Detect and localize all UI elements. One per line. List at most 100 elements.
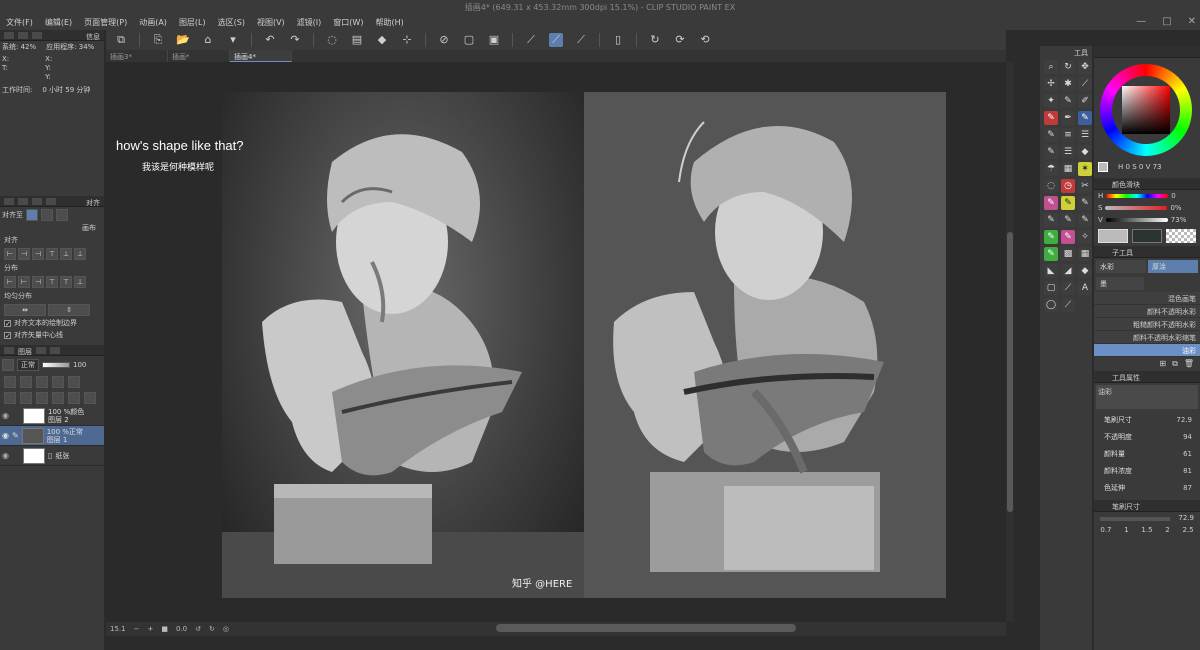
- saturation-square[interactable]: [1122, 86, 1170, 134]
- rotate-left-icon[interactable]: ↺: [195, 625, 201, 633]
- hide-selection-icon[interactable]: ⊘: [437, 33, 451, 47]
- tab-illustration-4[interactable]: 插画4*: [230, 50, 292, 62]
- eye-icon[interactable]: ◉: [2, 431, 9, 440]
- tab-icon[interactable]: [4, 32, 14, 39]
- foreground-color-swatch[interactable]: [1098, 229, 1128, 243]
- scissors-icon[interactable]: ✂: [1078, 179, 1092, 193]
- merge-icon[interactable]: [68, 392, 80, 404]
- align-left-icon[interactable]: ⊢: [4, 248, 16, 260]
- layer-row[interactable]: ◉ 100 %颜色 图层 2: [0, 406, 104, 426]
- size-preset[interactable]: 1: [1124, 526, 1128, 534]
- new-raster-layer-icon[interactable]: [4, 392, 16, 404]
- maximize-icon[interactable]: □: [1162, 16, 1171, 27]
- saturation-bar[interactable]: [1105, 206, 1168, 210]
- sparkle-icon[interactable]: ✧: [1078, 230, 1092, 244]
- ink-icon[interactable]: ✎: [1061, 196, 1075, 210]
- eye-icon[interactable]: ◉: [2, 411, 9, 420]
- undo-icon[interactable]: ↶: [263, 33, 277, 47]
- tab-icon[interactable]: [32, 32, 42, 39]
- save-dropdown-icon[interactable]: ▾: [226, 33, 240, 47]
- rotate-icon[interactable]: ↻: [1061, 60, 1075, 74]
- distribute-hcenter-icon[interactable]: ⊢: [18, 276, 30, 288]
- feather-icon[interactable]: ✎: [1078, 196, 1092, 210]
- open-file-icon[interactable]: 📂: [176, 33, 190, 47]
- special-ruler-snap-icon[interactable]: ⟋: [549, 33, 563, 47]
- gradient-tool-icon[interactable]: ◢: [1061, 264, 1075, 278]
- align-target-object-icon[interactable]: [56, 209, 68, 221]
- layer-lock-icon[interactable]: [52, 376, 64, 388]
- app-icon[interactable]: ⧉: [114, 33, 128, 47]
- menu-help[interactable]: 帮助(H): [375, 17, 403, 28]
- dropper-icon[interactable]: ✎: [1061, 213, 1075, 227]
- hue-bar[interactable]: [1106, 194, 1169, 198]
- redo-icon[interactable]: ↷: [288, 33, 302, 47]
- painting-canvas[interactable]: [584, 92, 946, 598]
- prop-value[interactable]: 72.9: [1176, 416, 1192, 424]
- tab-align[interactable]: 对齐: [86, 198, 100, 207]
- tab-illustration[interactable]: 插画*: [168, 50, 230, 62]
- selection-icon[interactable]: ✱: [1061, 77, 1075, 91]
- tab-illustration-3[interactable]: 插画3*: [106, 50, 168, 62]
- tab-icon[interactable]: [36, 347, 46, 354]
- check-vector-center[interactable]: ✓ 对齐矢量中心线: [0, 329, 104, 341]
- zoom-out-icon[interactable]: −: [134, 625, 140, 633]
- brush-item[interactable]: 颜料不透明水彩缩笔: [1094, 331, 1200, 344]
- transfer-down-icon[interactable]: [52, 392, 64, 404]
- menu-filter[interactable]: 滤镜(I): [297, 17, 322, 28]
- decoration-icon[interactable]: ✎: [1044, 128, 1058, 142]
- layer-reference-icon[interactable]: [20, 376, 32, 388]
- bucket-icon[interactable]: ◣: [1044, 264, 1058, 278]
- prop-color-stretch[interactable]: 色延伸 87: [1094, 479, 1200, 496]
- minimize-icon[interactable]: —: [1136, 16, 1146, 27]
- align-target-canvas-icon[interactable]: [26, 209, 38, 221]
- frame-icon[interactable]: ▢: [1044, 281, 1058, 295]
- shape-tool-icon[interactable]: ◆: [1078, 264, 1092, 278]
- lasso-icon[interactable]: ◌: [1044, 179, 1058, 193]
- menu-page[interactable]: 页面管理(P): [84, 17, 127, 28]
- delete-subtool-icon[interactable]: 🗑: [1184, 359, 1194, 369]
- spray-icon[interactable]: ✎: [1044, 247, 1058, 261]
- marker-icon[interactable]: ✎: [1044, 111, 1058, 125]
- menu-edit[interactable]: 编辑(E): [45, 17, 72, 28]
- prop-opacity[interactable]: 不透明度 94: [1094, 428, 1200, 445]
- size-preset[interactable]: 0.7: [1100, 526, 1111, 534]
- reset-rotation-icon[interactable]: ◎: [223, 625, 229, 633]
- copy-subtool-icon[interactable]: ⧉: [1172, 359, 1178, 369]
- clear-icon[interactable]: ▤: [350, 33, 364, 47]
- menu-window[interactable]: 窗口(W): [333, 17, 363, 28]
- tab-icon[interactable]: [32, 198, 42, 205]
- sync-icon[interactable]: ↻: [648, 33, 662, 47]
- equal-v-distribute-icon[interactable]: ⇳: [48, 304, 90, 316]
- layer-mask-icon[interactable]: [68, 376, 80, 388]
- brush-item[interactable]: 粗糙颜料不透明水彩: [1094, 318, 1200, 331]
- pen-icon[interactable]: ✎: [1061, 94, 1075, 108]
- menu-layer[interactable]: 图层(L): [179, 17, 206, 28]
- grid-icon[interactable]: ▦: [1061, 162, 1075, 176]
- new-vector-layer-icon[interactable]: [20, 392, 32, 404]
- align-top-icon[interactable]: ⊤: [46, 248, 58, 260]
- vertical-scrollbar[interactable]: [1006, 62, 1014, 622]
- tab-icon[interactable]: [18, 32, 28, 39]
- layer-row[interactable]: ◉ ▯ 纸张: [0, 446, 104, 466]
- move-icon[interactable]: ✥: [1078, 60, 1092, 74]
- align-right-icon[interactable]: ⊣: [32, 248, 44, 260]
- selection-mask-icon[interactable]: ▣: [487, 33, 501, 47]
- transparent-color-swatch[interactable]: [1166, 229, 1196, 243]
- eraser-icon[interactable]: ≡: [1061, 128, 1075, 142]
- brush-item[interactable]: 颜料不透明水彩: [1094, 305, 1200, 318]
- menu-animation[interactable]: 动画(A): [139, 17, 167, 28]
- link-icon[interactable]: ⟋: [1061, 298, 1075, 312]
- grid-snap-icon[interactable]: ⟋: [574, 33, 588, 47]
- align-bottom-icon[interactable]: ⊥: [74, 248, 86, 260]
- angle-value[interactable]: 0.0: [176, 625, 187, 633]
- scroll-thumb[interactable]: [1007, 232, 1013, 512]
- subtool-watercolor[interactable]: 水彩: [1096, 260, 1146, 273]
- new-file-icon[interactable]: ⎘: [151, 33, 165, 47]
- zoom-icon[interactable]: ⌕: [1044, 60, 1058, 74]
- distribute-bottom-icon[interactable]: ⊥: [74, 276, 86, 288]
- brush-size-bar[interactable]: [1100, 517, 1170, 521]
- brush-size-slider[interactable]: 72.9: [1094, 512, 1200, 524]
- brush-icon[interactable]: ✎: [1078, 111, 1092, 125]
- shape-icon[interactable]: ◆: [1078, 145, 1092, 159]
- prop-value[interactable]: 61: [1183, 450, 1192, 458]
